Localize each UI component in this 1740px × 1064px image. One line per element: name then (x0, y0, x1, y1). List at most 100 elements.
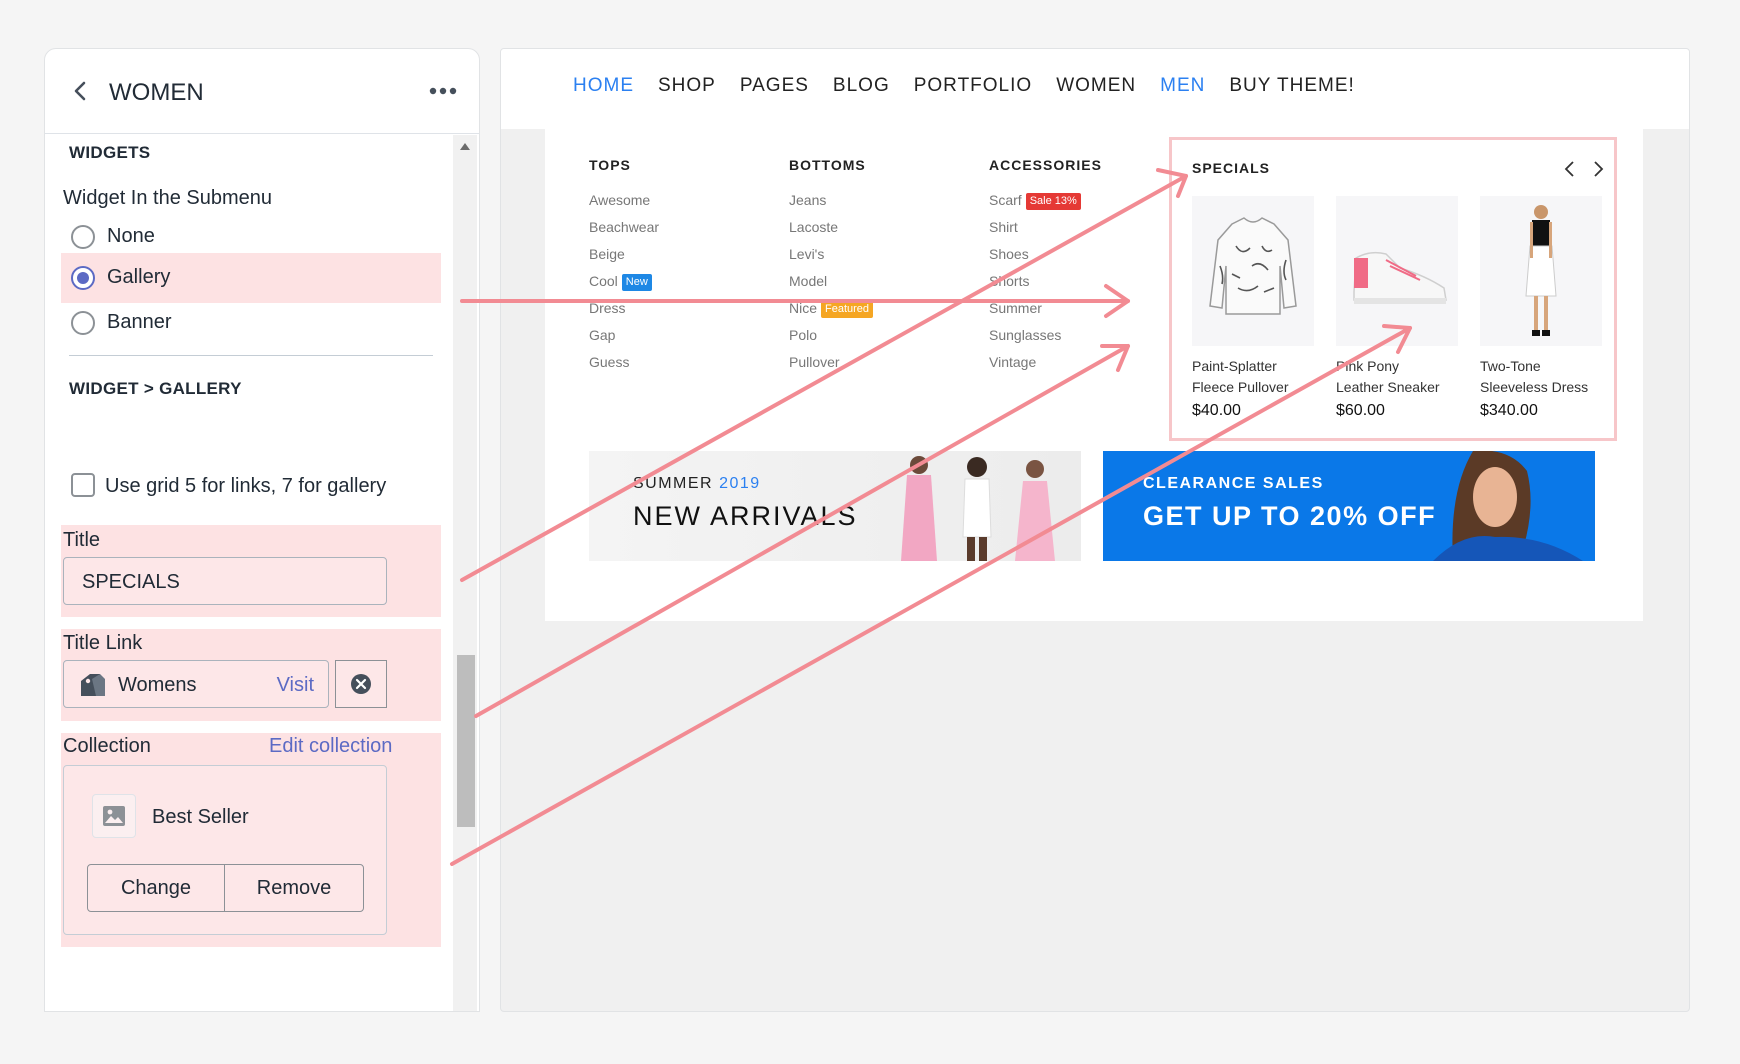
collection-label: Collection (63, 735, 151, 757)
remove-button[interactable]: Remove (224, 864, 364, 912)
widgets-heading: WIDGETS (69, 143, 151, 162)
title-input[interactable]: SPECIALS (63, 557, 387, 605)
nav-men[interactable]: MEN (1160, 75, 1205, 97)
panel-title: WOMEN (109, 79, 204, 106)
store-preview: HOME SHOP PAGES BLOG PORTFOLIO WOMEN MEN… (500, 48, 1690, 1012)
menu-link[interactable]: Vintage (989, 349, 1102, 376)
product-card[interactable]: Two-Tone Sleeveless Dress $340.00 (1480, 196, 1602, 422)
radio-gallery-control[interactable] (71, 266, 95, 290)
panel-scrollbar[interactable] (453, 135, 477, 1011)
menu-link-label: Cool (589, 273, 618, 289)
radio-banner-control[interactable] (71, 311, 95, 335)
nav-portfolio[interactable]: PORTFOLIO (914, 75, 1032, 97)
models-illustration (901, 456, 1055, 561)
radio-none-control[interactable] (71, 225, 95, 249)
menu-link[interactable]: Guess (589, 349, 659, 376)
product-image-pullover[interactable] (1192, 196, 1314, 346)
product-image-sneaker[interactable] (1336, 196, 1458, 346)
menu-column-heading[interactable]: TOPS (589, 157, 659, 173)
nav-women[interactable]: WOMEN (1056, 75, 1136, 97)
nav-home[interactable]: HOME (573, 75, 634, 97)
product-card[interactable]: Paint-Splatter Fleece Pullover $40.00 (1192, 196, 1314, 422)
menu-link[interactable]: Summer (989, 295, 1102, 322)
product-name-line2: Leather Sneaker (1336, 379, 1440, 395)
sneaker-illustration (1353, 251, 1447, 304)
specials-title: SPECIALS (1192, 160, 1271, 176)
collection-tag-icon (81, 674, 105, 696)
edit-collection-link[interactable]: Edit collection (269, 735, 392, 758)
menu-column-heading[interactable]: ACCESSORIES (989, 157, 1102, 173)
banner-kicker-text: SUMMER (633, 475, 714, 492)
menu-badge: Sale 13% (1025, 192, 1081, 210)
nav-buy-theme[interactable]: BUY THEME! (1229, 75, 1354, 97)
product-price: $60.00 (1336, 402, 1385, 419)
menu-link[interactable]: Levi's (789, 241, 873, 268)
close-circle-icon (351, 674, 371, 694)
panel-header: WOMEN (45, 49, 479, 134)
menu-link[interactable]: Jeans (789, 187, 873, 214)
radio-none-label: None (107, 225, 155, 247)
menu-link[interactable]: Cool New (589, 268, 659, 295)
menu-link[interactable]: Gap (589, 322, 659, 349)
collection-thumbnail (92, 794, 136, 838)
menu-link-label: Gap (589, 327, 616, 343)
image-placeholder-icon (103, 806, 125, 826)
menu-link[interactable]: Dress (589, 295, 659, 322)
chevron-left-icon[interactable] (1562, 160, 1578, 178)
product-image-dress[interactable] (1480, 196, 1602, 346)
menu-column-accessories: ACCESSORIES Scarf Sale 13% Shirt Shoes Shorts… (989, 157, 1102, 376)
menu-column-bottoms: BOTTOMS Jeans Lacoste Levi's Model Nice Featur… (789, 157, 874, 376)
menu-link[interactable]: Shirt (989, 214, 1102, 241)
menu-link[interactable]: Beachwear (589, 214, 659, 241)
menu-column-heading[interactable]: BOTTOMS (789, 157, 873, 173)
grid-checkbox[interactable] (71, 473, 95, 497)
collection-name: Best Seller (152, 806, 249, 828)
menu-link[interactable]: Beige (589, 241, 659, 268)
grid-checkbox-label: Use grid 5 for links, 7 for gallery (105, 475, 387, 497)
menu-column-tops: TOPS Awesome Beachwear Beige Cool New Dress Gap… (589, 157, 659, 376)
submenu-widget-label: Widget In the Submenu (63, 187, 273, 209)
visit-link[interactable]: Visit (277, 674, 314, 697)
nav-blog[interactable]: BLOG (833, 75, 890, 97)
more-horizontal-icon[interactable] (429, 85, 457, 97)
menu-link[interactable]: Shorts (989, 268, 1102, 295)
banner-new-arrivals[interactable]: SUMMER 2019 NEW ARRIVALS (589, 451, 1081, 561)
menu-link[interactable]: Model (789, 268, 873, 295)
menu-link-label: Vintage (989, 354, 1037, 370)
radio-banner[interactable]: Banner (61, 303, 441, 345)
specials-widget: SPECIALS Paint-Splatter Fleece Pullover … (1169, 137, 1617, 441)
menu-link-label: Dress (589, 300, 626, 316)
menu-link[interactable]: Shoes (989, 241, 1102, 268)
banner-headline: NEW ARRIVALS (633, 501, 858, 531)
menu-link[interactable]: Polo (789, 322, 873, 349)
radio-gallery[interactable]: Gallery (61, 253, 441, 303)
banner-kicker: SUMMER 2019 (633, 475, 761, 493)
menu-link-label: Beachwear (589, 219, 660, 235)
menu-link[interactable]: Lacoste (789, 214, 873, 241)
chevron-right-icon[interactable] (1590, 160, 1606, 178)
menu-link-label: Summer (989, 300, 1042, 316)
menu-link-label: Levi's (789, 246, 825, 262)
menu-link-label: Shoes (989, 246, 1029, 262)
menu-link[interactable]: Awesome (589, 187, 659, 214)
nav-pages[interactable]: PAGES (740, 75, 809, 97)
menu-link[interactable]: Pullover (789, 349, 873, 376)
menu-link[interactable]: Scarf Sale 13% (989, 187, 1102, 214)
banner-clearance[interactable]: CLEARANCE SALES GET UP TO 20% OFF (1103, 451, 1595, 561)
scroll-up-arrow-icon[interactable] (460, 143, 470, 150)
menu-link-label: Beige (589, 246, 625, 262)
nav-shop[interactable]: SHOP (658, 75, 716, 97)
settings-panel: WOMEN WIDGETS Widget In the Submenu None… (44, 48, 480, 1012)
change-button[interactable]: Change (87, 864, 225, 912)
clear-link-button[interactable] (335, 660, 387, 708)
title-link-input[interactable]: Womens Visit (63, 660, 329, 708)
scroll-thumb[interactable] (457, 655, 475, 827)
product-price: $340.00 (1480, 402, 1538, 419)
menu-link[interactable]: Nice Featured (789, 295, 874, 322)
chevron-left-icon[interactable] (67, 77, 95, 105)
product-name-line2: Sleeveless Dress (1480, 379, 1589, 395)
product-card[interactable]: Pink Pony Leather Sneaker $60.00 (1336, 196, 1458, 422)
menu-link[interactable]: Sunglasses (989, 322, 1102, 349)
menu-link-label: Shorts (989, 273, 1030, 289)
banner-year: 2019 (719, 475, 761, 492)
